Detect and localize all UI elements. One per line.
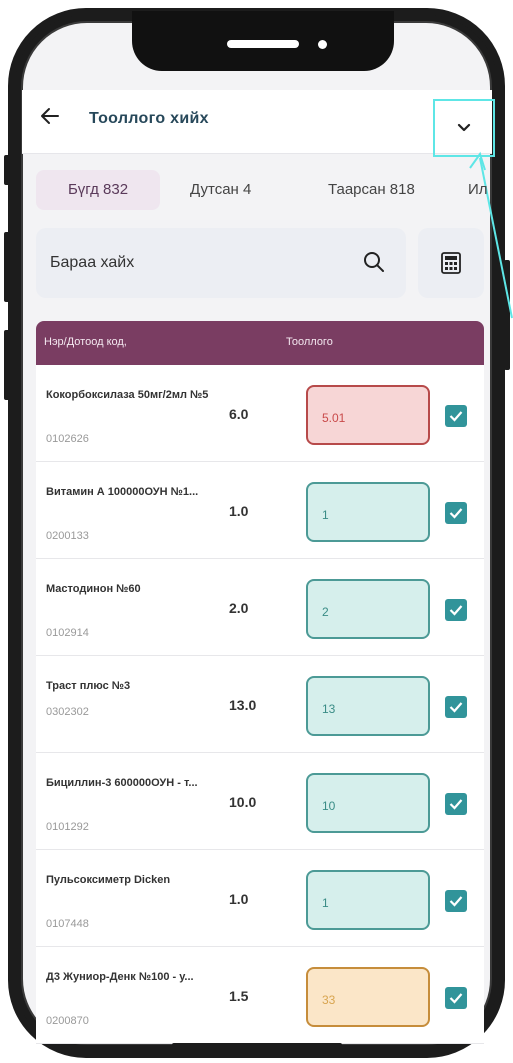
table-row: Бициллин-3 600000ОУН - т... 0101292 10.0… [36,753,484,850]
calculator-button[interactable] [418,228,484,298]
item-expected-qty: 1.5 [229,988,249,1004]
item-code: 0101292 [46,821,89,833]
item-expected-qty: 2.0 [229,600,249,616]
checkbox-checked-icon[interactable] [445,599,467,621]
item-code: 0302302 [46,706,89,718]
item-name: Мастодинон №60 [46,583,141,595]
item-expected-qty: 10.0 [229,794,257,810]
chevron-down-icon [457,123,471,132]
table-row: Витамин А 100000ОУН №1... 0200133 1.0 1 [36,462,484,559]
item-code: 0102626 [46,433,89,445]
camera-dot [318,40,327,49]
tab-extra[interactable]: Ил [468,170,488,210]
tab-missing[interactable]: Дутсан 4 [190,170,251,210]
item-name: Пульсоксиметр Dicken [46,874,171,886]
item-name: Д3 Жуниор-Денк №100 - у... [46,971,194,983]
dropdown-button[interactable] [433,99,495,157]
checkbox-checked-icon[interactable] [445,502,467,524]
tab-all[interactable]: Бүгд 832 [36,170,160,210]
checkbox-checked-icon[interactable] [445,405,467,427]
calculator-icon [441,252,461,274]
checkbox-checked-icon[interactable] [445,793,467,815]
table-row: Пульсоксиметр Dicken 0107448 1.0 1 [36,850,484,947]
app-header: Тооллого хийх [22,90,495,157]
count-input[interactable]: 2 [306,579,430,639]
checkbox-checked-icon[interactable] [445,890,467,912]
count-input[interactable]: 5.01 [306,385,430,445]
arrow-left-icon[interactable] [38,104,62,128]
column-header-count: Тооллого [286,336,333,348]
item-code: 0200133 [46,530,89,542]
item-expected-qty: 1.0 [229,503,249,519]
search-icon[interactable] [362,250,386,274]
item-expected-qty: 6.0 [229,406,249,422]
item-name: Кокорбоксилаза 50мг/2мл №5 [46,389,209,401]
filter-tabs: Бүгд 832 Дутсан 4 Таарсан 818 Ил [22,160,492,220]
checkbox-checked-icon[interactable] [445,696,467,718]
table-row: Кокорбоксилаза 50мг/2мл №5 0102626 6.0 5… [36,365,484,462]
item-code: 0102914 [46,627,89,639]
column-header-name: Нэр/Дотоод код, [44,336,127,348]
count-input[interactable]: 10 [306,773,430,833]
search-input[interactable]: Бараа хайх [36,228,406,298]
tab-matched[interactable]: Таарсан 818 [328,170,415,210]
count-input[interactable]: 1 [306,870,430,930]
checkbox-checked-icon[interactable] [445,987,467,1009]
table-row: Д3 Жуниор-Денк №100 - у... 0200870 1.5 3… [36,947,484,1044]
item-code: 0107448 [46,918,89,930]
search-placeholder: Бараа хайх [50,254,135,271]
count-input[interactable]: 33 [306,967,430,1027]
item-name: Витамин А 100000ОУН №1... [46,486,199,498]
item-name: Бициллин-3 600000ОУН - т... [46,777,198,789]
home-indicator [172,1043,342,1047]
item-expected-qty: 1.0 [229,891,249,907]
inventory-list: Кокорбоксилаза 50мг/2мл №5 0102626 6.0 5… [36,365,484,1044]
table-header: Нэр/Дотоод код, Тооллого [36,321,484,365]
page-title: Тооллого хийх [89,110,209,127]
item-name: Траст плюс №3 [46,680,131,692]
count-input[interactable]: 13 [306,676,430,736]
count-input[interactable]: 1 [306,482,430,542]
table-row: Траст плюс №3 0302302 13.0 13 [36,656,484,753]
item-expected-qty: 13.0 [229,697,257,713]
table-row: Мастодинон №60 0102914 2.0 2 [36,559,484,656]
item-code: 0200870 [46,1015,89,1027]
speaker-grille [227,40,299,48]
